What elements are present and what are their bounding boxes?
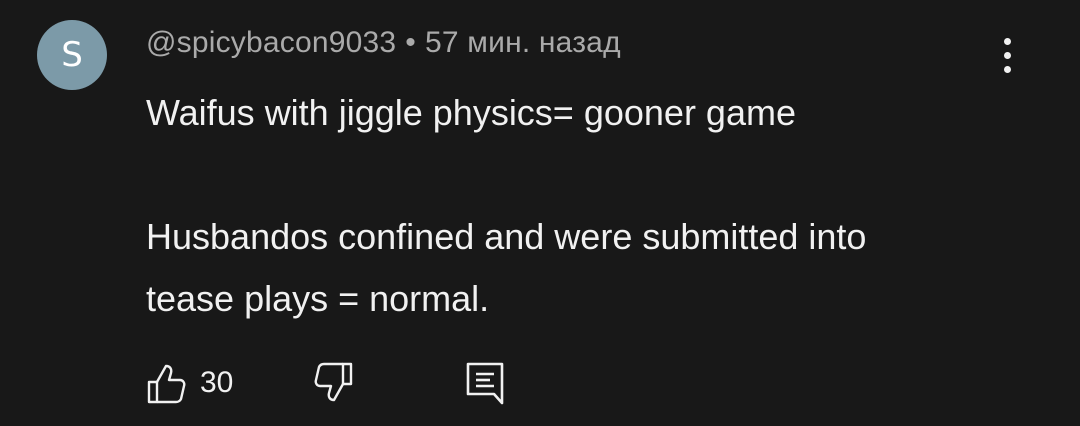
- like-count: 30: [200, 366, 234, 399]
- comment-timestamp: 57 мин. назад: [424, 26, 621, 59]
- dislike-button[interactable]: [314, 360, 354, 406]
- comment-paragraph-line: tease plays = normal.: [146, 278, 490, 319]
- comment-paragraph: Waifus with jiggle physics= gooner game: [146, 92, 796, 133]
- more-vertical-icon[interactable]: [990, 36, 1026, 76]
- reply-comment-icon: [466, 362, 504, 405]
- comment-header: @spicybacon9033 • 57 мин. назад: [146, 26, 621, 60]
- author-name[interactable]: @spicybacon9033: [146, 26, 396, 59]
- avatar[interactable]: S: [37, 20, 107, 90]
- thumbs-up-icon: [147, 364, 186, 404]
- reply-button[interactable]: [464, 360, 506, 406]
- thumbs-down-icon: [314, 362, 353, 402]
- like-button[interactable]: 30: [146, 360, 233, 406]
- comment-paragraph-line: Husbandos confined and were submitted in…: [146, 216, 867, 257]
- comment: S @spicybacon9033 • 57 мин. назад Waifus w…: [0, 0, 1080, 426]
- meta-separator: •: [405, 26, 416, 59]
- comment-body: Waifus with jiggle physics= gooner game …: [146, 82, 1046, 330]
